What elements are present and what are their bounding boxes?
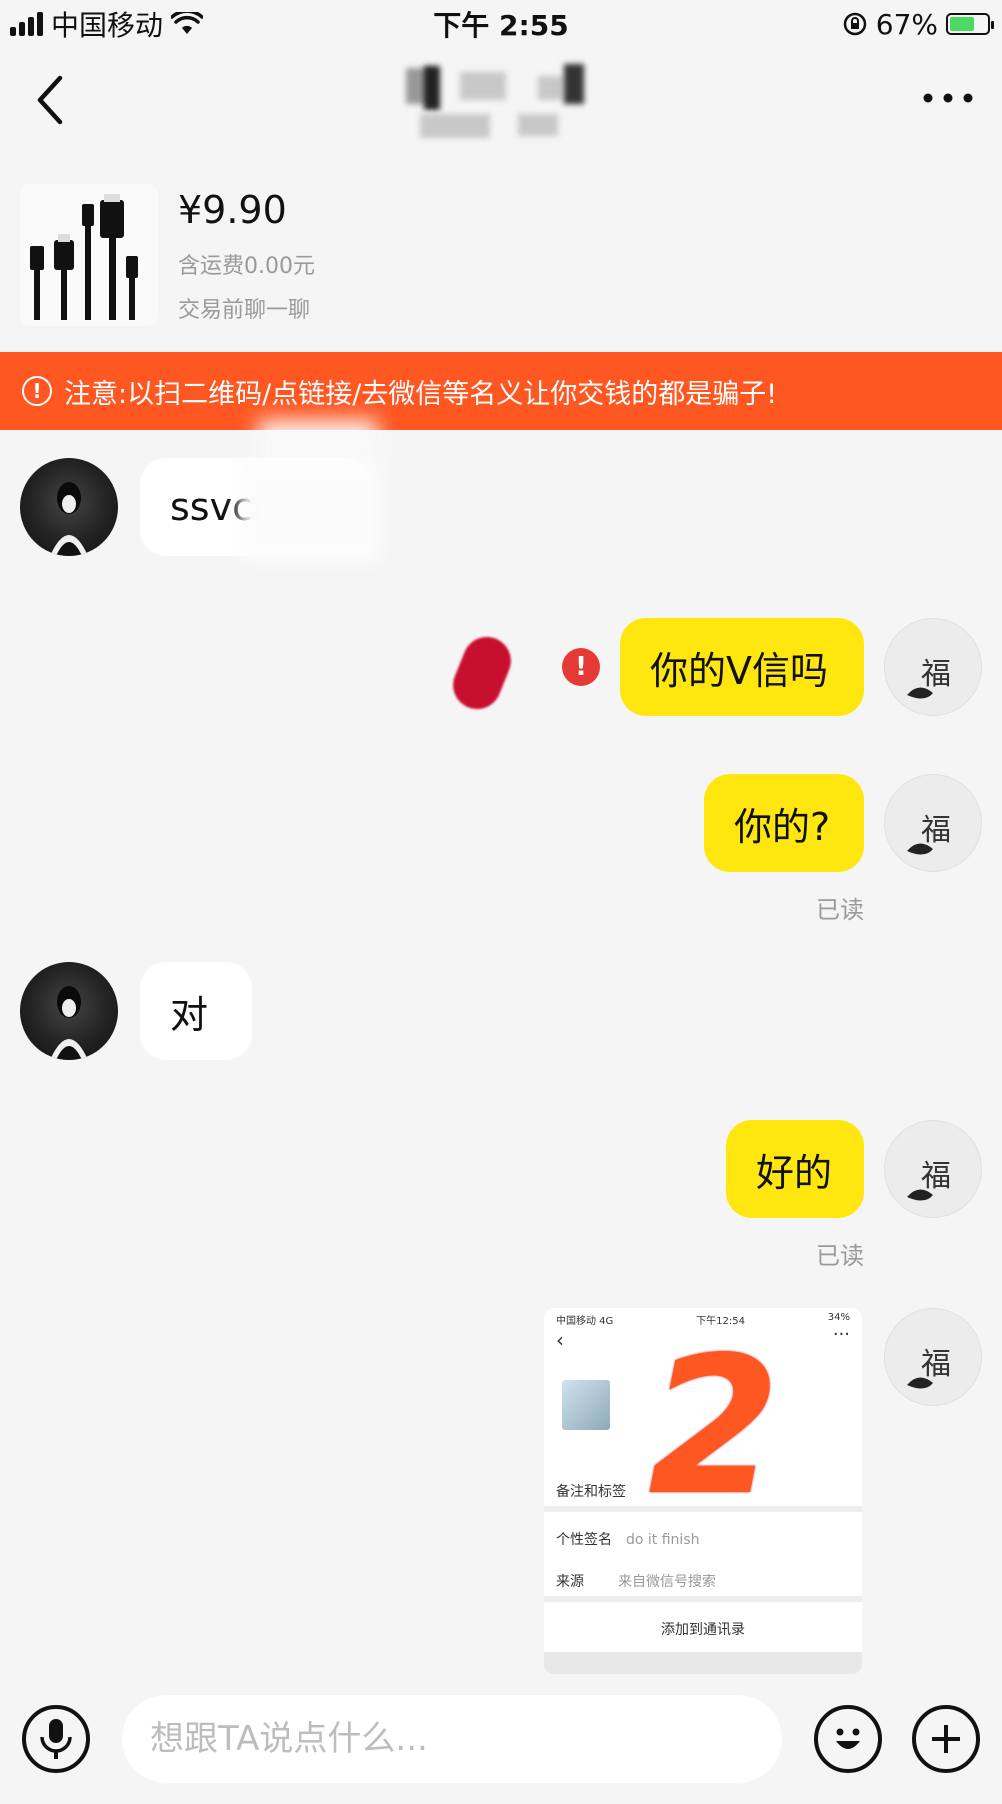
- shot-bottom-strip: [544, 1652, 862, 1674]
- battery-percent: 67%: [875, 7, 938, 41]
- message-bubble-me[interactable]: 好的: [726, 1120, 864, 1218]
- wifi-icon: [171, 12, 204, 34]
- warning-icon: !: [22, 376, 52, 406]
- avatar-glyph: 福: [921, 813, 951, 848]
- message-bubble-me[interactable]: 你的V信吗: [620, 618, 864, 716]
- message-bubble-me[interactable]: 你的?: [704, 774, 864, 872]
- product-shipping: 含运费0.00元: [178, 254, 315, 279]
- voice-button[interactable]: [22, 1705, 90, 1773]
- message-text: 好的: [756, 1150, 833, 1195]
- dog-avatar-image: [50, 482, 88, 556]
- redaction-smudge: [240, 462, 380, 562]
- product-thumbnail[interactable]: [20, 184, 158, 326]
- emoji-button[interactable]: [814, 1705, 882, 1773]
- red-scribble: [445, 629, 519, 717]
- dog-avatar-image: [50, 986, 88, 1060]
- avatar-me[interactable]: 福: [884, 774, 982, 872]
- shot-row-source: 来源 来自微信号搜索: [544, 1562, 862, 1602]
- avatar-me[interactable]: 福: [884, 1308, 982, 1406]
- avatar-me[interactable]: 福: [884, 618, 982, 716]
- carrier-label: 中国移动: [51, 9, 164, 42]
- more-button[interactable]: [918, 78, 978, 118]
- rotation-lock-icon: [843, 12, 867, 36]
- message-input[interactable]: [122, 1695, 782, 1783]
- status-left: 中国移动: [10, 4, 204, 44]
- shot-add-button: 添加到通讯录: [661, 1622, 745, 1638]
- status-right: 67%: [842, 7, 994, 41]
- avatar-glyph: 福: [921, 1159, 951, 1194]
- avatar-other[interactable]: [20, 962, 118, 1060]
- shot-back-icon: ‹: [556, 1328, 564, 1352]
- avatar-glyph: 福: [921, 1347, 951, 1382]
- overlay-number: 2: [648, 1316, 781, 1537]
- message-text: 你的V信吗: [650, 648, 828, 693]
- chat-title-redacted: [400, 56, 610, 146]
- message-text: 对: [170, 992, 209, 1037]
- product-card[interactable]: ¥9.90 含运费0.00元 交易前聊一聊: [0, 170, 1002, 340]
- image-message[interactable]: 中国移动 4G 下午12:54 34% ‹ ··· 备注和标签 个性签名 do i…: [544, 1308, 862, 1674]
- avatar-other[interactable]: [20, 458, 118, 556]
- product-price: ¥9.90: [178, 188, 287, 232]
- product-hint: 交易前聊一聊: [178, 298, 311, 323]
- warning-text: 注意:以扫二维码/点链接/去微信等名义让你交钱的都是骗子!: [64, 378, 778, 410]
- avatar-me[interactable]: 福: [884, 1120, 982, 1218]
- plus-icon: [932, 1725, 960, 1753]
- message-bubble-other[interactable]: 对: [140, 962, 252, 1060]
- shot-more-icon: ···: [832, 1324, 850, 1345]
- battery-icon: [946, 13, 994, 35]
- shot-carrier: 中国移动 4G: [556, 1316, 614, 1327]
- microphone-icon: [40, 1719, 72, 1759]
- send-failed-icon[interactable]: !: [562, 648, 600, 686]
- status-bar: 中国移动 下午 2:55 67%: [0, 0, 1002, 48]
- nav-bar: [0, 48, 1002, 158]
- avatar-glyph: 福: [921, 657, 951, 692]
- more-dots-icon: [923, 93, 973, 103]
- message-text: 你的?: [734, 804, 831, 849]
- fraud-warning-banner: ! 注意:以扫二维码/点链接/去微信等名义让你交钱的都是骗子!: [0, 352, 1002, 430]
- back-button[interactable]: [28, 72, 78, 128]
- chevron-left-icon: [37, 75, 63, 125]
- smile-icon: [836, 1728, 860, 1749]
- shot-profile-photo: [562, 1380, 610, 1430]
- add-button[interactable]: [912, 1705, 980, 1773]
- signal-icon: [10, 12, 43, 36]
- read-receipt: 已读: [816, 1242, 864, 1270]
- usb-cable-image: [30, 194, 138, 320]
- input-bar: [0, 1684, 1002, 1804]
- read-receipt: 已读: [816, 896, 864, 924]
